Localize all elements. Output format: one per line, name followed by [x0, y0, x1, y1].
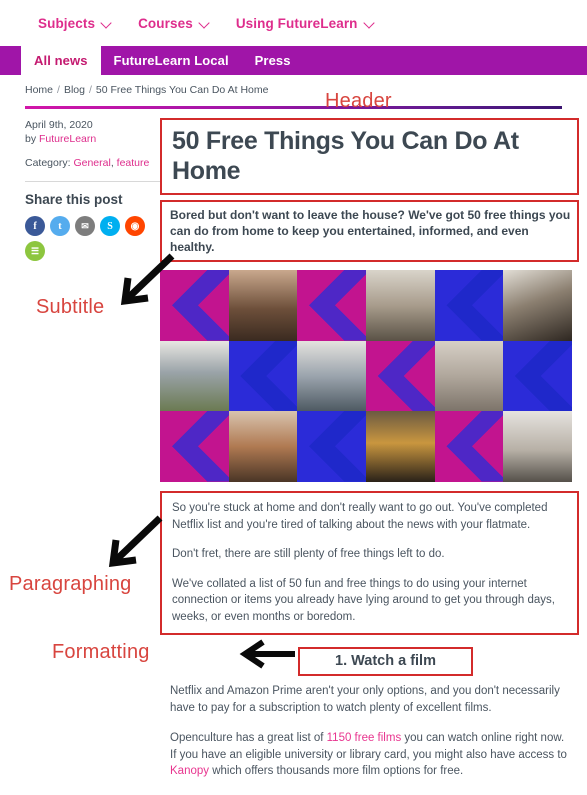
topnav-label: Subjects — [38, 15, 96, 31]
top-utility-nav: Subjects Courses Using FutureLearn — [0, 0, 587, 46]
article-hero-collage — [160, 270, 572, 482]
link-1150-free-films[interactable]: 1150 free films — [327, 732, 402, 744]
chevron-down-icon — [101, 18, 112, 29]
article-paragraph-with-links: Openculture has a great list of 1150 fre… — [170, 730, 571, 780]
breadcrumb-separator: / — [57, 83, 60, 96]
topnav-label: Courses — [138, 15, 193, 31]
tail-text-after: which offers thousands more film options… — [209, 765, 464, 777]
share-icon-row: f t ✉ S ◉ ☰ — [25, 216, 153, 261]
collage-cell-photo-phone-call — [228, 411, 298, 482]
breadcrumb-item-blog[interactable]: Blog — [64, 84, 85, 96]
tab-futurelearn-local[interactable]: FutureLearn Local — [101, 46, 242, 75]
tab-all-news[interactable]: All news — [21, 46, 101, 75]
tab-press[interactable]: Press — [242, 46, 304, 75]
reddit-share-icon[interactable]: ◉ — [125, 216, 145, 236]
twitter-share-icon[interactable]: t — [50, 216, 70, 236]
article-author-line: by FutureLearn — [25, 132, 160, 146]
collage-cell-photo-tv — [503, 270, 572, 341]
article-layout: April 9th, 2020 by FutureLearn Category:… — [0, 109, 587, 794]
article-date: April 9th, 2020 — [25, 119, 93, 131]
collage-cell — [365, 340, 435, 412]
collage-cell-photo-bike-repair — [297, 340, 366, 412]
section-heading-watch-a-film: 1. Watch a film — [298, 647, 473, 676]
article-paragraph: We've collated a list of 50 fun and free… — [172, 577, 555, 623]
facebook-share-icon[interactable]: f — [25, 216, 45, 236]
collage-cell-photo-guitar — [228, 270, 298, 341]
collage-cell-photo-yoga — [434, 340, 504, 412]
annotation-paragraphing: Paragraphing — [9, 573, 132, 595]
article-meta: April 9th, 2020 by FutureLearn — [25, 118, 160, 146]
article-subtitle: Bored but don't want to leave the house?… — [160, 200, 579, 262]
breadcrumb-item-current: 50 Free Things You Can Do At Home — [95, 83, 269, 96]
skype-share-icon[interactable]: S — [100, 216, 120, 236]
topnav-item-subjects[interactable]: Subjects — [38, 16, 112, 31]
collage-cell — [434, 270, 504, 341]
link-kanopy[interactable]: Kanopy — [170, 765, 209, 777]
article-sidebar: April 9th, 2020 by FutureLearn Category:… — [0, 118, 160, 794]
collage-cell-photo-camera — [503, 411, 572, 482]
collage-cell — [228, 340, 298, 412]
collage-cell — [160, 411, 229, 482]
annotation-header: Header — [325, 90, 392, 112]
page-title: 50 Free Things You Can Do At Home — [160, 118, 579, 195]
chevron-down-icon — [364, 18, 375, 29]
article-paragraph: So you're stuck at home and don't really… — [172, 502, 548, 531]
annotation-subtitle: Subtitle — [36, 296, 105, 318]
sidebar-divider — [25, 181, 160, 182]
article-author-link[interactable]: FutureLearn — [39, 133, 96, 145]
collage-cell-photo-museum — [365, 270, 435, 341]
by-prefix: by — [25, 133, 40, 145]
collage-cell — [160, 270, 229, 341]
article-paragraph: Netflix and Amazon Prime aren't your onl… — [170, 685, 560, 714]
article-paragraph: Don't fret, there are still plenty of fr… — [172, 548, 445, 560]
article-tail-block: Netflix and Amazon Prime aren't your onl… — [160, 676, 579, 780]
collage-cell — [297, 411, 366, 482]
more-share-icon[interactable]: ☰ — [25, 241, 45, 261]
article-category-line: Category: General, feature — [25, 157, 160, 169]
article-content: 50 Free Things You Can Do At Home Bored … — [160, 118, 587, 794]
collage-cell-photo-desk-lamp — [365, 411, 435, 482]
collage-cell — [503, 340, 572, 412]
breadcrumb: Home / Blog / 50 Free Things You Can Do … — [0, 75, 587, 104]
email-share-icon[interactable]: ✉ — [75, 216, 95, 236]
collage-cell — [434, 411, 504, 482]
category-link-feature[interactable]: feature — [117, 157, 150, 169]
topnav-item-using-futurelearn[interactable]: Using FutureLearn — [236, 16, 375, 31]
collage-cell — [297, 270, 366, 341]
breadcrumb-item-home[interactable]: Home — [25, 84, 53, 96]
category-link-general[interactable]: General — [73, 157, 110, 169]
article-body-block: So you're stuck at home and don't really… — [160, 491, 579, 635]
share-this-post-title: Share this post — [25, 192, 123, 207]
topnav-label: Using FutureLearn — [235, 15, 358, 31]
category-prefix: Category: — [25, 157, 74, 169]
topnav-item-courses[interactable]: Courses — [138, 16, 210, 31]
news-tab-bar: All news FutureLearn Local Press — [0, 46, 587, 75]
chevron-down-icon — [199, 18, 210, 29]
annotation-formatting: Formatting — [52, 641, 150, 663]
tail-text-before: Openculture has a great list of — [170, 732, 327, 744]
collage-cell-photo-cooking — [160, 340, 229, 412]
breadcrumb-separator: / — [88, 83, 92, 96]
